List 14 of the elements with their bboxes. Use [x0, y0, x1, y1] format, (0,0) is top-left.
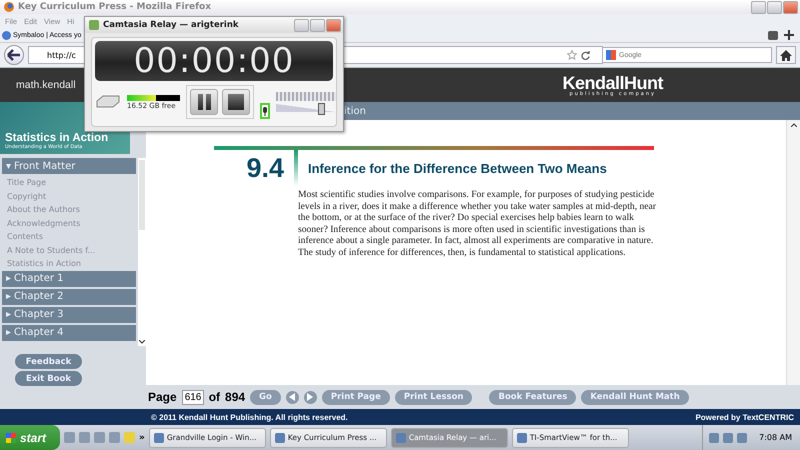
window-title: Camtasia Relay — arigterink: [103, 20, 239, 30]
page-label: of: [208, 390, 220, 404]
clock: 7:08 AM: [759, 433, 792, 442]
section-heading: Inference for the Difference Between Two Means: [308, 160, 607, 176]
timer-display: 00:00:00: [95, 41, 333, 81]
powered-by-text: Powered by TextCENTRIC: [695, 412, 794, 422]
copyright-text: © 2011 Kendall Hunt Publishing. All rights reserved.: [151, 412, 348, 422]
page-label: Page: [148, 390, 177, 404]
page-total: 894: [225, 390, 246, 404]
window-title: Key Curriculum Press - Mozilla Firefox: [18, 2, 212, 12]
body-paragraph: Most scientific studies involve comparisons. For example, for purposes of studying pesticide levels in a river, does it make a difference whether you take water samples at mid-depth, near the bottom, or at the surface of the river? Do special exercises help babies learn to walk sooner? Inference about comparisons is more often used in scientific investigations than is inference about a single parameter. In fact, almost all experiments are comparative in nature. The study of inference for differences, then, is fundamental to statistical applications.: [298, 189, 657, 258]
section-number: 9.4: [245, 152, 284, 184]
book-edition-label: ition: [344, 106, 366, 116]
site-domain: math.kendall: [16, 79, 76, 91]
